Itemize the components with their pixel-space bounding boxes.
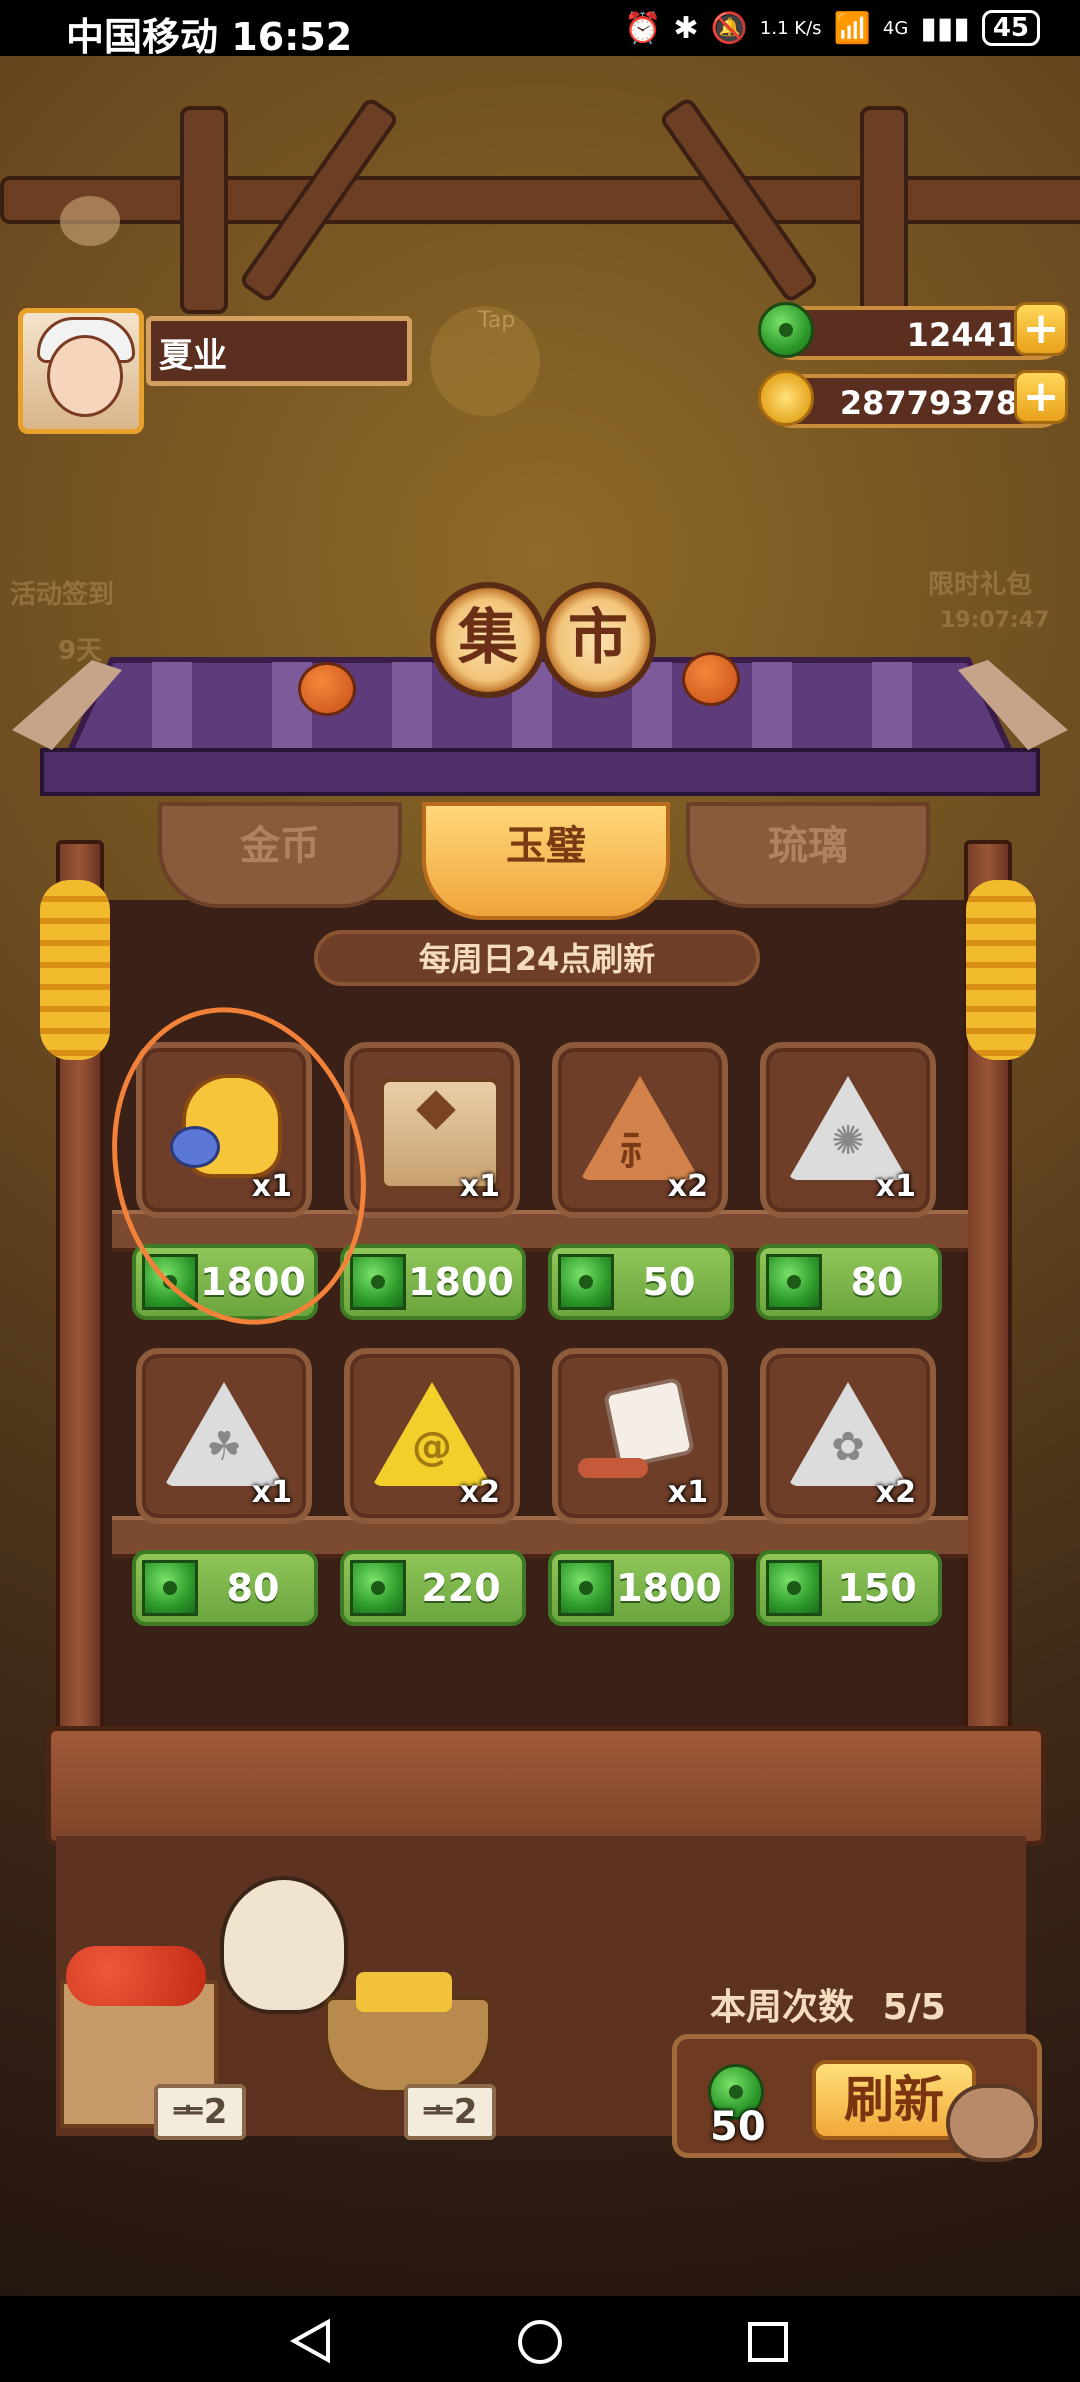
bluetooth-icon: ✱: [673, 10, 699, 46]
battery-indicator: 45: [981, 10, 1040, 46]
player-avatar[interactable]: [18, 308, 144, 434]
stall-price-tag: ᆂ2: [154, 2084, 246, 2140]
signal-icon: ▮▮▮: [920, 10, 970, 46]
shop-item-slot[interactable]: x1: [552, 1348, 728, 1524]
status-bar: 中国移动 16:52 ⏰ ✱ 🔕 1.1 K/s 📶 4G ▮▮▮ 45: [0, 0, 1080, 59]
price-value: 220: [421, 1566, 501, 1610]
price-button[interactable]: 50: [548, 1244, 734, 1320]
sign-in-event-label[interactable]: 活动签到: [10, 574, 114, 611]
weekly-refresh-count: 本周次数 5/5: [710, 1978, 946, 2030]
weekly-count-label: 本周次数: [710, 1987, 855, 2028]
stall-price-tag: ᆂ2: [404, 2084, 496, 2140]
price-button[interactable]: 1800: [548, 1550, 734, 1626]
dice-worm-icon: [578, 1458, 648, 1478]
status-carrier-time: 中国移动 16:52: [66, 6, 352, 61]
item-quantity: x2: [875, 1475, 916, 1510]
silver-leaf-rune-stone-icon: ☘: [164, 1382, 284, 1486]
bronze-rune-stone-icon: ⺬: [580, 1076, 700, 1180]
carrier-label: 中国移动: [66, 15, 219, 59]
jade-icon: [142, 1560, 198, 1616]
shop-item-slot[interactable]: ☘ x1: [136, 1348, 312, 1524]
title-char-1: 集: [430, 582, 546, 698]
item-quantity: x2: [459, 1475, 500, 1510]
price-value: 1800: [408, 1260, 514, 1304]
roof-beam: [860, 106, 908, 314]
wifi-icon: 📶: [833, 10, 871, 46]
price-value: 150: [837, 1566, 917, 1610]
price-button[interactable]: 80: [132, 1550, 318, 1626]
price-value: 50: [642, 1260, 696, 1304]
player-name: 夏业: [146, 316, 412, 386]
add-jade-button[interactable]: +: [1014, 302, 1068, 356]
shop-item-slot[interactable]: ✺ x1: [760, 1042, 936, 1218]
jade-icon: [766, 1254, 822, 1310]
back-icon[interactable]: [288, 2318, 334, 2364]
clock-time: 16:52: [231, 15, 353, 59]
item-quantity: x1: [875, 1169, 916, 1204]
price-value: 80: [226, 1566, 280, 1610]
dice-cube-icon: [602, 1376, 696, 1470]
chick-icon: [60, 196, 120, 246]
persimmon-decoration: [682, 652, 740, 706]
status-icons: ⏰ ✱ 🔕 1.1 K/s 📶 4G ▮▮▮ 45: [624, 10, 1040, 46]
item-quantity: x1: [251, 1475, 292, 1510]
mute-icon: 🔕: [710, 10, 748, 46]
silver-bug-rune-stone-icon: ✺: [788, 1076, 908, 1180]
gold-spiral-rune-stone-icon: @: [372, 1382, 492, 1486]
limited-pack-label[interactable]: 限时礼包: [928, 564, 1032, 601]
gold-coin-icon: [758, 370, 814, 426]
vendor-character: [220, 1876, 348, 2014]
tab-jade[interactable]: 玉璧: [422, 802, 670, 920]
corn-decoration: [966, 880, 1036, 1060]
weekly-count-value: 5/5: [882, 1987, 946, 2028]
network-type: 4G: [882, 17, 909, 39]
tap-pet-icon[interactable]: Tap: [430, 306, 540, 416]
weekly-refresh-note: 每周日24点刷新: [314, 930, 760, 986]
title-char-2: 市: [540, 582, 656, 698]
price-button[interactable]: 80: [756, 1244, 942, 1320]
add-gold-button[interactable]: +: [1014, 370, 1068, 424]
chest-lock-icon: [416, 1090, 456, 1130]
shop-item-slot[interactable]: @ x2: [344, 1348, 520, 1524]
price-value: 80: [850, 1260, 904, 1304]
shop-item-slot[interactable]: ⺬ x2: [552, 1042, 728, 1218]
jade-icon: [766, 1560, 822, 1616]
jade-icon: [558, 1560, 614, 1616]
item-quantity: x2: [667, 1169, 708, 1204]
avatar-face: [47, 335, 123, 417]
price-button[interactable]: 150: [756, 1550, 942, 1626]
jade-icon: [558, 1254, 614, 1310]
shop-counter: [46, 1726, 1046, 1846]
nav-bar: [0, 2296, 1080, 2382]
price-value: 1800: [616, 1566, 722, 1610]
price-button[interactable]: 220: [340, 1550, 526, 1626]
recents-icon[interactable]: [746, 2320, 790, 2364]
shop-item-slot[interactable]: ✿ x2: [760, 1348, 936, 1524]
alarm-icon: ⏰: [624, 10, 662, 46]
highlight-circle: [112, 1007, 366, 1325]
tomato-pile-icon: [66, 1946, 206, 2006]
roof-beam: [180, 106, 228, 314]
jade-icon: [758, 302, 814, 358]
net-speed: 1.1 K/s: [759, 17, 822, 39]
tab-gold-coin[interactable]: 金币: [158, 802, 402, 908]
refresh-cost: 50: [710, 2104, 766, 2150]
home-icon[interactable]: [516, 2318, 564, 2366]
roof-beam: [0, 176, 1080, 224]
silver-flower-rune-stone-icon: ✿: [788, 1382, 908, 1486]
tap-hint: Tap: [478, 308, 516, 333]
persimmon-decoration: [298, 662, 356, 716]
item-quantity: x1: [667, 1475, 708, 1510]
item-quantity: x1: [459, 1169, 500, 1204]
jade-icon: [350, 1560, 406, 1616]
limited-pack-timer: 19:07:47: [940, 608, 1050, 633]
mascot-icon: [946, 2084, 1038, 2162]
tab-glaze[interactable]: 琉璃: [686, 802, 930, 908]
tofu-block-icon: [356, 1972, 452, 2012]
